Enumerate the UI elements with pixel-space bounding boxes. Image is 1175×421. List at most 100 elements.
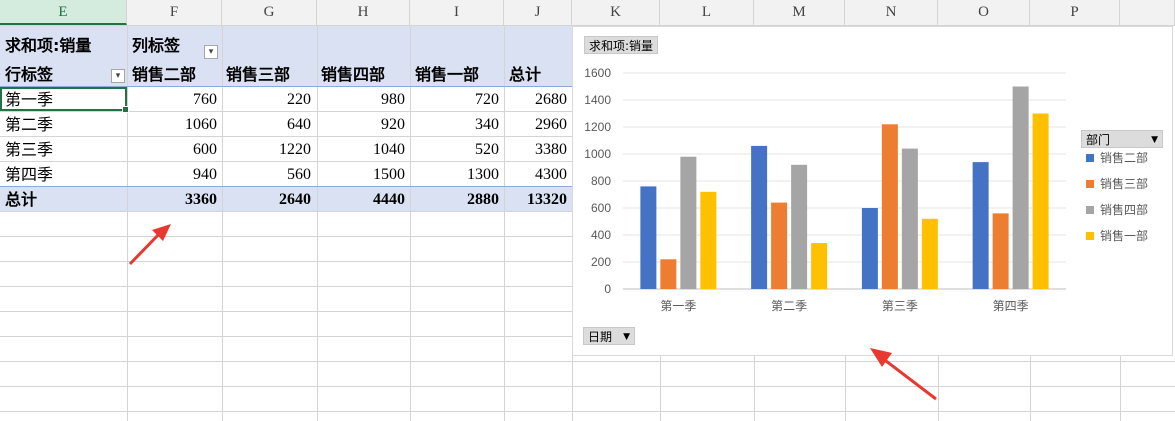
x-tick-label: 第一季 bbox=[660, 299, 696, 313]
pivot-chart[interactable]: 求和项:销量 0 200 400 600 800 1000 1200 1400 1600 第一季第… bbox=[572, 26, 1173, 356]
pivot-row-value[interactable]: 560 bbox=[221, 162, 311, 187]
pivot-row-value[interactable]: 4300 bbox=[477, 162, 567, 187]
bar-销售三部 bbox=[660, 259, 677, 289]
bar-销售二部 bbox=[751, 145, 768, 289]
column-header-q[interactable] bbox=[1120, 0, 1175, 25]
bar-销售四部 bbox=[680, 156, 697, 289]
gridline-horizontal bbox=[0, 261, 572, 262]
column-header-i[interactable]: I bbox=[410, 0, 504, 25]
pivot-total-row-label[interactable]: 总计 bbox=[5, 187, 37, 212]
bar-销售一部 bbox=[921, 218, 938, 289]
column-header-h[interactable]: H bbox=[317, 0, 410, 25]
legend-label: 销售四部 bbox=[1100, 202, 1148, 217]
column-header-l[interactable]: L bbox=[660, 0, 754, 25]
header-dept-1[interactable]: 销售一部 bbox=[415, 62, 479, 87]
pivot-row-label[interactable]: 第四季 bbox=[5, 162, 53, 187]
legend-dropdown-icon[interactable]: ▼ bbox=[1151, 131, 1158, 149]
chart-plot-svg: 0 200 400 600 800 1000 1200 1400 1600 第一季 第二季 第三季 第四… bbox=[584, 66, 1148, 313]
pivot-row-value[interactable]: 1220 bbox=[221, 137, 311, 162]
column-header-p[interactable]: P bbox=[1030, 0, 1120, 25]
legend-label: 销售三部 bbox=[1100, 176, 1148, 191]
annotation-arrow-left bbox=[128, 224, 171, 266]
pivot-row-value[interactable]: 1040 bbox=[315, 137, 405, 162]
bar-销售四部 bbox=[1012, 86, 1029, 289]
bar-销售一部 bbox=[700, 191, 717, 289]
column-filter-dropdown-icon[interactable]: ▾ bbox=[204, 45, 218, 59]
pivot-column-labels[interactable]: 列标签 bbox=[132, 33, 180, 58]
bar-销售四部 bbox=[901, 148, 918, 289]
bar-销售二部 bbox=[861, 208, 878, 289]
legend-swatch bbox=[1086, 180, 1094, 188]
bar-销售二部 bbox=[640, 186, 657, 289]
column-header-m[interactable]: M bbox=[754, 0, 845, 25]
x-tick-label: 第四季 bbox=[993, 299, 1029, 313]
bar-销售二部 bbox=[972, 162, 989, 289]
header-grand-total[interactable]: 总计 bbox=[509, 62, 541, 87]
gridline-horizontal bbox=[0, 236, 572, 237]
column-header-e[interactable]: E bbox=[0, 0, 127, 25]
y-tick-label: 1000 bbox=[584, 147, 611, 161]
y-tick-label: 1400 bbox=[584, 93, 611, 107]
pivot-row-labels[interactable]: 行标签 bbox=[5, 62, 53, 87]
pivot-total-row-value[interactable]: 4440 bbox=[315, 187, 405, 212]
pivot-total-row-value[interactable]: 2640 bbox=[221, 187, 311, 212]
annotation-arrow-right bbox=[870, 348, 937, 401]
y-tick-label: 400 bbox=[591, 228, 611, 242]
pivot-total-row-value[interactable]: 3360 bbox=[127, 187, 217, 212]
legend-label: 销售一部 bbox=[1100, 228, 1148, 243]
y-tick-label: 0 bbox=[604, 282, 611, 296]
pivot-row-value[interactable]: 1060 bbox=[127, 112, 217, 137]
pivot-row-value[interactable]: 3380 bbox=[477, 137, 567, 162]
pivot-row-value[interactable]: 980 bbox=[315, 87, 405, 112]
gridline-horizontal bbox=[0, 336, 572, 337]
pivot-row-label[interactable]: 第三季 bbox=[5, 137, 53, 162]
pivot-row-value[interactable]: 2680 bbox=[477, 87, 567, 112]
gridline-horizontal bbox=[0, 361, 572, 362]
y-tick-label: 600 bbox=[591, 201, 611, 215]
column-header-n[interactable]: N bbox=[845, 0, 938, 25]
y-tick-label: 800 bbox=[591, 174, 611, 188]
gridline-horizontal bbox=[572, 411, 1175, 412]
legend-swatch bbox=[1086, 232, 1094, 240]
pivot-row-value[interactable]: 220 bbox=[221, 87, 311, 112]
legend-field-button[interactable]: 部门 ▼ bbox=[1081, 130, 1163, 148]
pivot-row-value[interactable]: 1500 bbox=[315, 162, 405, 187]
x-tick-label: 第三季 bbox=[882, 299, 918, 313]
legend-swatch bbox=[1086, 206, 1094, 214]
column-header-bar: E F G H I J K L M N O P bbox=[0, 0, 1175, 26]
column-header-f[interactable]: F bbox=[127, 0, 222, 25]
active-cell-selection[interactable] bbox=[0, 87, 129, 113]
axis-dropdown-icon[interactable]: ▼ bbox=[623, 328, 630, 346]
pivot-row-value[interactable]: 760 bbox=[127, 87, 217, 112]
pivot-row-value[interactable]: 920 bbox=[315, 112, 405, 137]
pivot-row-value[interactable]: 640 bbox=[221, 112, 311, 137]
bar-销售三部 bbox=[771, 202, 788, 289]
axis-field-button[interactable]: 日期 ▼ bbox=[583, 327, 635, 345]
pivot-row-value[interactable]: 600 bbox=[127, 137, 217, 162]
x-tick-label: 第二季 bbox=[771, 299, 807, 313]
column-header-o[interactable]: O bbox=[938, 0, 1030, 25]
bar-销售一部 bbox=[811, 243, 828, 289]
column-header-k[interactable]: K bbox=[572, 0, 660, 25]
pivot-sum-label[interactable]: 求和项:销量 bbox=[5, 33, 91, 58]
pivot-row-value[interactable]: 940 bbox=[127, 162, 217, 187]
fill-handle[interactable] bbox=[122, 106, 129, 113]
bar-销售一部 bbox=[1032, 113, 1049, 289]
pivot-total-row-value[interactable]: 13320 bbox=[477, 187, 567, 212]
column-header-j[interactable]: J bbox=[504, 0, 572, 25]
header-dept-4[interactable]: 销售四部 bbox=[321, 62, 385, 87]
bar-销售三部 bbox=[992, 213, 1009, 289]
column-header-g[interactable]: G bbox=[222, 0, 317, 25]
bar-销售三部 bbox=[881, 124, 898, 289]
y-tick-label: 1600 bbox=[584, 66, 611, 80]
pivot-row-label[interactable]: 第二季 bbox=[5, 112, 53, 137]
legend-label: 销售二部 bbox=[1100, 150, 1148, 165]
axis-field-label: 日期 bbox=[588, 330, 613, 344]
bar-销售四部 bbox=[791, 164, 808, 289]
header-dept-2[interactable]: 销售二部 bbox=[132, 62, 196, 87]
legend-field-label: 部门 bbox=[1086, 133, 1111, 147]
gridline-horizontal bbox=[0, 386, 572, 387]
row-filter-dropdown-icon[interactable]: ▾ bbox=[111, 69, 125, 83]
pivot-row-value[interactable]: 2960 bbox=[477, 112, 567, 137]
header-dept-3[interactable]: 销售三部 bbox=[226, 62, 290, 87]
